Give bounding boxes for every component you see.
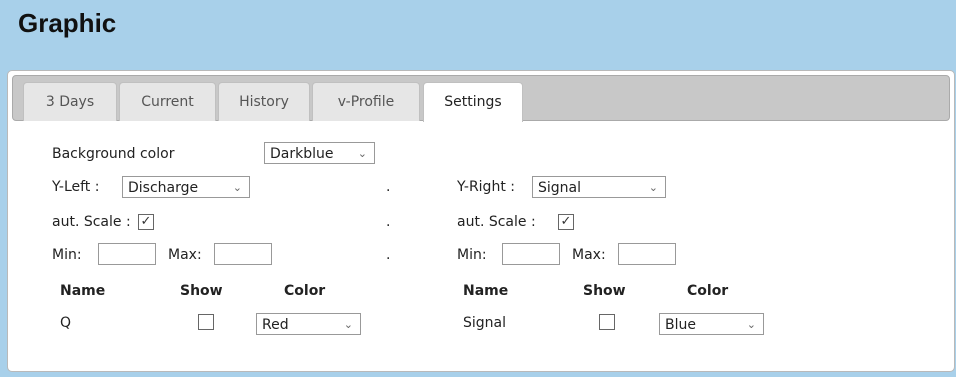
left-max-label: Max:	[168, 247, 202, 263]
background-color-value: Darkblue	[270, 146, 334, 162]
tab-bar: 3 Days Current History v-Profile Setting…	[12, 75, 950, 122]
settings-panel: 3 Days Current History v-Profile Setting…	[7, 70, 955, 372]
left-show-header: Show	[180, 283, 223, 299]
left-max-input[interactable]	[214, 243, 272, 265]
right-min-input[interactable]	[502, 243, 560, 265]
chevron-down-icon: ⌄	[746, 318, 756, 331]
y-right-select[interactable]: Signal ⌄	[532, 176, 666, 198]
right-series-color-select[interactable]: Blue ⌄	[659, 313, 764, 335]
right-series-name: Signal	[463, 315, 507, 331]
right-name-header: Name	[463, 283, 509, 299]
y-left-label: Y-Left :	[52, 179, 100, 195]
right-series-show-checkbox[interactable]	[599, 314, 615, 330]
tab-settings[interactable]: Settings	[423, 82, 523, 122]
background-color-select[interactable]: Darkblue ⌄	[264, 142, 375, 164]
chevron-down-icon: ⌄	[232, 181, 242, 194]
left-series-show-checkbox[interactable]	[198, 314, 214, 330]
right-min-label: Min:	[457, 247, 487, 263]
background-color-label: Background color	[52, 146, 175, 162]
tab-v-profile[interactable]: v-Profile	[312, 82, 420, 121]
right-series-color-value: Blue	[665, 317, 696, 333]
chevron-down-icon: ⌄	[357, 147, 367, 160]
separator-dot: .	[386, 247, 391, 263]
settings-content: Background color Darkblue ⌄ Y-Left : Dis…	[8, 123, 954, 371]
tab-3-days[interactable]: 3 Days	[23, 82, 117, 121]
left-color-header: Color	[284, 283, 326, 299]
right-max-label: Max:	[572, 247, 606, 263]
left-min-label: Min:	[52, 247, 82, 263]
checkmark-icon: ✓	[560, 214, 572, 229]
chevron-down-icon: ⌄	[343, 318, 353, 331]
separator-dot: .	[386, 214, 391, 230]
tab-current[interactable]: Current	[119, 82, 216, 121]
right-autoscale-label: aut. Scale :	[457, 214, 536, 230]
left-autoscale-checkbox[interactable]: ✓	[138, 214, 154, 230]
page-title: Graphic	[18, 8, 117, 38]
separator-dot: .	[386, 179, 391, 195]
right-color-header: Color	[687, 283, 729, 299]
left-min-input[interactable]	[98, 243, 156, 265]
y-right-label: Y-Right :	[457, 179, 515, 195]
right-autoscale-checkbox[interactable]: ✓	[558, 214, 574, 230]
right-max-input[interactable]	[618, 243, 676, 265]
y-right-value: Signal	[538, 180, 582, 196]
left-series-name: Q	[60, 315, 72, 331]
checkmark-icon: ✓	[140, 214, 152, 229]
left-series-color-select[interactable]: Red ⌄	[256, 313, 361, 335]
left-name-header: Name	[60, 283, 106, 299]
right-show-header: Show	[583, 283, 626, 299]
left-autoscale-label: aut. Scale :	[52, 214, 131, 230]
y-left-select[interactable]: Discharge ⌄	[122, 176, 250, 198]
left-series-color-value: Red	[262, 317, 289, 333]
chevron-down-icon: ⌄	[648, 181, 658, 194]
tab-history[interactable]: History	[218, 82, 310, 121]
y-left-value: Discharge	[128, 180, 199, 196]
